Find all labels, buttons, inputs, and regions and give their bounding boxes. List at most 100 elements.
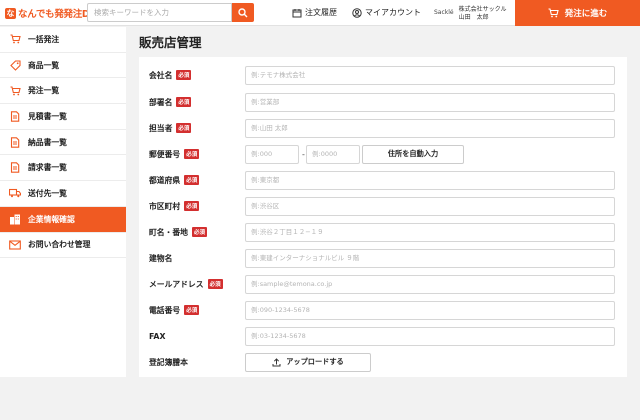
sidebar-item-2[interactable]: 発注一覧 (0, 78, 126, 105)
building-icon (9, 213, 21, 225)
field-label: 市区町村 必須 (149, 201, 200, 211)
fax-input[interactable] (245, 326, 615, 346)
sidebar-item-label: 見積書一覧 (28, 111, 67, 121)
form-row-department: 部署名 必須 (139, 92, 627, 112)
city-input[interactable] (245, 196, 615, 216)
search-button[interactable] (232, 3, 254, 22)
sidebar-item-5[interactable]: 請求書一覧 (0, 155, 126, 182)
page-title: 販売店管理 (139, 35, 202, 50)
prefecture-input[interactable] (245, 170, 615, 190)
upload-icon (272, 357, 281, 366)
field-label: 電話番号 必須 (149, 305, 200, 315)
document-icon (9, 136, 21, 148)
sidebar: 一括発注商品一覧発注一覧見積書一覧納品書一覧請求書一覧送付先一覧企業情報確認お問… (0, 27, 126, 377)
field-label: 郵便番号 必須 (149, 149, 200, 159)
form-row-registry: 登記簿謄本 アップロードする (139, 352, 627, 372)
form-row-postal: 郵便番号必須 - 住所を自動入力 (139, 144, 627, 164)
field-label: メールアドレス 必須 (149, 279, 223, 289)
document-icon (9, 162, 21, 174)
form-row-person: 担当者 必須 (139, 118, 627, 138)
postal-code-first-input[interactable] (245, 144, 299, 164)
sidebar-item-label: お問い合わせ管理 (28, 240, 91, 250)
proceed-label: 発注に進む (564, 9, 608, 19)
form-row-phone: 電話番号 必須 (139, 300, 627, 320)
sidebar-item-label: 請求書一覧 (28, 163, 67, 173)
cart-icon (9, 85, 21, 97)
company-info: Sacklé 株式会社サックル 山田 太郎 (434, 6, 506, 21)
field-label: 会社名 必須 (149, 70, 192, 80)
sidebar-item-label: 商品一覧 (28, 60, 60, 70)
postal-separator: - (302, 149, 305, 159)
sidebar-item-6[interactable]: 送付先一覧 (0, 181, 126, 207)
form-row-fax: FAX (139, 326, 627, 346)
company-name: 株式会社サックル (458, 6, 507, 13)
person-input[interactable] (245, 118, 615, 138)
search-input[interactable] (87, 3, 232, 22)
sidebar-item-label: 送付先一覧 (28, 188, 67, 198)
order-history-link[interactable]: 注文履歴 (292, 7, 337, 18)
tag-icon (9, 59, 21, 71)
street-input[interactable] (245, 222, 615, 242)
upload-button[interactable]: アップロードする (245, 352, 371, 372)
sidebar-item-label: 発注一覧 (28, 86, 60, 96)
required-badge: 必須 (191, 227, 207, 237)
form-row-building: 建物名 (139, 248, 627, 268)
form-card: 会社名必須 部署名必須 担当者必須 郵便番号必須 - 住所を自動入力 都道府県必… (139, 57, 627, 377)
truck-icon (9, 187, 21, 199)
phone-input[interactable] (245, 300, 615, 320)
field-label: 都道府県 必須 (149, 175, 200, 185)
logo-mark: な (5, 7, 16, 19)
search-icon (238, 7, 248, 17)
form-row-company-name: 会社名 必須 (139, 65, 627, 85)
field-label: 建物名 (149, 253, 173, 263)
sidebar-item-label: 納品書一覧 (28, 137, 67, 147)
upload-label: アップロードする (286, 357, 344, 366)
field-label: 部署名 必須 (149, 97, 192, 107)
document-icon (9, 110, 21, 122)
user-name: 山田 太郎 (458, 13, 489, 21)
form-row-prefecture: 都道府県 必須 (139, 170, 627, 190)
auto-fill-address-button[interactable]: 住所を自動入力 (362, 144, 464, 164)
building-input[interactable] (245, 248, 615, 268)
logo-text: なんでも発発注DX (18, 9, 97, 20)
field-label: FAX (149, 331, 166, 341)
required-badge: 必須 (184, 149, 200, 159)
my-account-label: マイアカウント (365, 8, 421, 17)
required-badge: 必須 (176, 97, 192, 107)
field-label: 登記簿謄本 (149, 357, 188, 367)
required-badge: 必須 (184, 175, 200, 185)
sidebar-item-1[interactable]: 商品一覧 (0, 53, 126, 79)
sidebar-item-7[interactable]: 企業情報確認 (0, 206, 126, 233)
field-label: 担当者 必須 (149, 123, 192, 133)
order-history-label: 注文履歴 (305, 8, 337, 17)
proceed-to-order-button[interactable]: 発注に進む (515, 0, 640, 26)
required-badge: 必須 (176, 123, 192, 133)
cart-icon (9, 33, 21, 45)
required-badge: 必須 (207, 279, 223, 289)
form-row-city: 市区町村 必須 (139, 196, 627, 216)
department-input[interactable] (245, 92, 615, 112)
app-logo[interactable]: な なんでも発発注DX (5, 6, 97, 20)
postal-code-second-input[interactable] (306, 144, 360, 164)
sidebar-item-label: 一括発注 (28, 34, 60, 44)
field-label: 町名・番地 必須 (149, 227, 207, 237)
sidebar-item-label: 企業情報確認 (28, 214, 75, 224)
company-name-input[interactable] (245, 65, 615, 85)
form-row-email: メールアドレス 必須 (139, 274, 627, 294)
sidebar-item-3[interactable]: 見積書一覧 (0, 104, 126, 130)
my-account-link[interactable]: マイアカウント (352, 7, 421, 18)
email-input[interactable] (245, 274, 615, 294)
required-badge: 必須 (184, 305, 200, 315)
required-badge: 必須 (184, 201, 200, 211)
top-header: な なんでも発発注DX 注文履歴 マイアカウント Sacklé 株式会社サックル… (0, 0, 640, 26)
calendar-icon (292, 8, 302, 17)
mail-icon (9, 239, 21, 251)
sidebar-item-4[interactable]: 納品書一覧 (0, 130, 126, 156)
user-circle-icon (352, 7, 362, 18)
cart-icon (548, 8, 559, 18)
sidebar-item-8[interactable]: お問い合わせ管理 (0, 233, 126, 259)
sidebar-item-0[interactable]: 一括発注 (0, 27, 126, 53)
company-logo: Sacklé (434, 9, 454, 16)
required-badge: 必須 (176, 70, 192, 80)
form-row-street: 町名・番地 必須 (139, 222, 627, 242)
